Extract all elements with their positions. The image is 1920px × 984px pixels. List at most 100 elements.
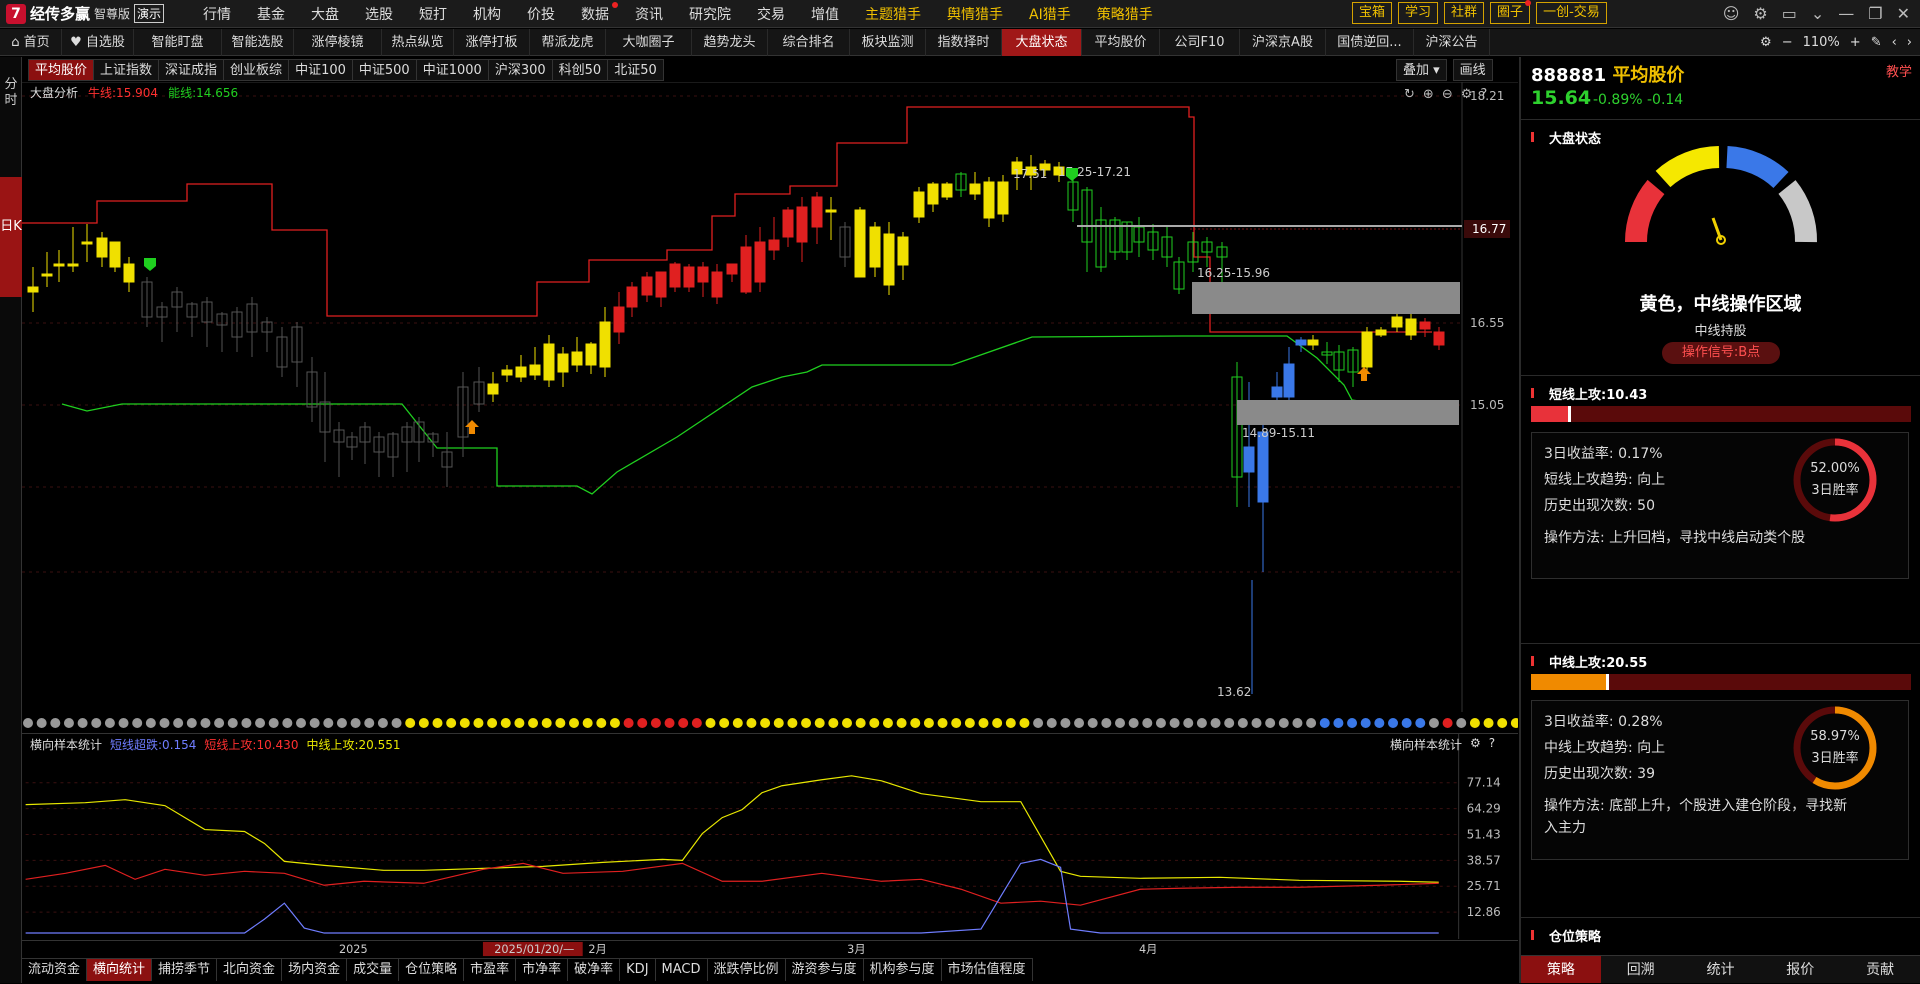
menu-item-6[interactable]: 价投 <box>514 4 568 24</box>
tab-3[interactable]: 智能选股 <box>222 28 294 56</box>
minimize-icon[interactable]: — <box>1838 4 1854 23</box>
indicator-tab-15[interactable]: 市场估值程度 <box>942 959 1033 981</box>
menu-item-8[interactable]: 资讯 <box>622 4 676 24</box>
indicator-tab-8[interactable]: 市净率 <box>516 959 569 981</box>
indicator-tab-12[interactable]: 涨跌停比例 <box>708 959 786 981</box>
help-icon[interactable]: ? <box>1489 736 1495 753</box>
settings-icon[interactable]: ⚙ <box>1461 87 1473 102</box>
menu-item-3[interactable]: 选股 <box>352 4 406 24</box>
chevron-down-icon[interactable]: ⌄ <box>1811 4 1824 23</box>
index-tab-2[interactable]: 深证成指 <box>158 59 225 81</box>
tab-1[interactable]: ♥ 自选股 <box>62 28 134 56</box>
layout-icon[interactable]: ▭ <box>1782 4 1797 23</box>
settings-icon[interactable]: ⚙ <box>1760 35 1772 50</box>
gear-icon[interactable]: ⚙ <box>1753 4 1767 23</box>
tab-15[interactable]: 公司F10 <box>1160 28 1240 56</box>
refresh-icon[interactable]: ↻ <box>1404 87 1415 102</box>
chart-name[interactable]: 大盘分析 <box>30 84 78 101</box>
tab-7[interactable]: 帮派龙虎 <box>530 28 606 56</box>
index-tab-4[interactable]: 中证100 <box>288 59 353 81</box>
tab-0[interactable]: ⌂ 首页 <box>0 28 62 56</box>
top-button-4[interactable]: 一创-交易 <box>1536 2 1607 24</box>
panel-tab-3[interactable]: 报价 <box>1760 956 1840 983</box>
indicator-tab-11[interactable]: MACD <box>656 959 708 981</box>
tab-13[interactable]: 大盘状态 <box>1002 28 1082 56</box>
indicator-tab-9[interactable]: 破净率 <box>568 959 621 981</box>
top-button-2[interactable]: 社群 <box>1444 2 1485 24</box>
main-candle-chart[interactable]: 17.51 17.25-17.2116.25-15.9614.89-15.1113… <box>22 82 1518 712</box>
chevron-left-icon[interactable]: ‹ <box>1892 35 1897 50</box>
menu-item-5[interactable]: 机构 <box>460 4 514 24</box>
daily-k-tab[interactable]: 日K <box>0 177 22 297</box>
help-icon[interactable]: ? <box>1480 87 1487 102</box>
menu-item-15[interactable]: 策略猎手 <box>1084 4 1166 24</box>
sample-stats-chart[interactable]: 77.14 64.29 51.43 38.57 25.71 12.86 <box>22 733 1518 939</box>
indicator-tab-10[interactable]: KDJ <box>620 959 656 981</box>
chevron-right-icon[interactable]: › <box>1907 35 1912 50</box>
indicator-tab-14[interactable]: 机构参与度 <box>864 959 942 981</box>
menu-item-10[interactable]: 交易 <box>744 4 798 24</box>
index-tab-0[interactable]: 平均股价 <box>28 59 95 81</box>
add-icon[interactable]: ⊕ <box>1423 87 1434 102</box>
panel-tab-1[interactable]: 回溯 <box>1601 956 1681 983</box>
menu-item-1[interactable]: 基金 <box>244 4 298 24</box>
tab-11[interactable]: 板块监测 <box>850 28 926 56</box>
signal-badge[interactable]: 操作信号:B点 <box>1662 342 1780 364</box>
zoom-out-icon[interactable]: − <box>1782 35 1793 50</box>
settings-icon[interactable]: ⚙ <box>1470 736 1481 753</box>
indicator-tab-5[interactable]: 成交量 <box>347 959 400 981</box>
tab-2[interactable]: 智能盯盘 <box>134 28 222 56</box>
menu-item-2[interactable]: 大盘 <box>298 4 352 24</box>
tab-16[interactable]: 沪深京A股 <box>1240 28 1326 56</box>
tab-5[interactable]: 热点纵览 <box>382 28 454 56</box>
indicator-tab-3[interactable]: 北向资金 <box>217 959 283 981</box>
tab-10[interactable]: 综合排名 <box>768 28 850 56</box>
tab-8[interactable]: 大咖圈子 <box>606 28 692 56</box>
indicator-tab-6[interactable]: 仓位策略 <box>399 959 465 981</box>
indicator-tab-7[interactable]: 市盈率 <box>464 959 517 981</box>
tab-17[interactable]: 国债逆回... <box>1326 28 1414 56</box>
menu-item-4[interactable]: 短打 <box>406 4 460 24</box>
menu-item-7[interactable]: 数据 <box>568 1 622 24</box>
tab-18[interactable]: 沪深公告 <box>1414 28 1490 56</box>
panel-tab-4[interactable]: 贡献 <box>1840 956 1920 983</box>
user-icon[interactable]: ☺ <box>1723 4 1740 23</box>
index-tab-9[interactable]: 北证50 <box>607 59 664 81</box>
pencil-icon[interactable]: ✎ <box>1871 35 1882 50</box>
chart-tool-0[interactable]: 叠加 ▾ <box>1396 59 1447 81</box>
index-tab-7[interactable]: 沪深300 <box>487 59 553 81</box>
indicator-tab-4[interactable]: 场内资金 <box>282 959 348 981</box>
close-icon[interactable]: ✕ <box>1897 4 1910 23</box>
chart-tool-1[interactable]: 画线 <box>1452 59 1493 81</box>
menu-item-13[interactable]: 舆情猎手 <box>934 4 1016 24</box>
tab-4[interactable]: 涨停棱镜 <box>294 28 382 56</box>
index-tab-6[interactable]: 中证1000 <box>415 59 489 81</box>
menu-item-12[interactable]: 主题猎手 <box>852 4 934 24</box>
indicator-tab-2[interactable]: 捕捞季节 <box>152 959 218 981</box>
top-button-3[interactable]: 圈子 <box>1490 0 1532 24</box>
menu-item-9[interactable]: 研究院 <box>676 4 744 24</box>
tab-12[interactable]: 指数择时 <box>926 28 1002 56</box>
top-button-1[interactable]: 学习 <box>1398 2 1439 24</box>
panel-tab-2[interactable]: 统计 <box>1681 956 1761 983</box>
indicator-tab-1[interactable]: 横向统计 <box>87 959 153 981</box>
menu-item-0[interactable]: 行情 <box>190 4 244 24</box>
indicator-tab-13[interactable]: 游资参与度 <box>786 959 864 981</box>
zoom-in-icon[interactable]: + <box>1850 35 1861 50</box>
timeshare-tab[interactable]: 分时 <box>4 77 18 109</box>
tab-14[interactable]: 平均股价 <box>1082 28 1160 56</box>
panel-tab-0[interactable]: 策略 <box>1521 956 1601 983</box>
tab-9[interactable]: 趋势龙头 <box>692 28 768 56</box>
restore-icon[interactable]: ❐ <box>1868 4 1882 23</box>
menu-item-11[interactable]: 增值 <box>798 4 852 24</box>
index-tab-8[interactable]: 科创50 <box>551 59 609 81</box>
teach-link[interactable]: 教学 <box>1886 61 1912 80</box>
minus-icon[interactable]: ⊖ <box>1442 87 1453 102</box>
index-tab-1[interactable]: 上证指数 <box>93 59 160 81</box>
top-button-0[interactable]: 宝箱 <box>1352 2 1393 24</box>
demo-badge[interactable]: 演示 <box>134 4 165 23</box>
tab-6[interactable]: 涨停打板 <box>454 28 530 56</box>
menu-item-14[interactable]: AI猎手 <box>1016 4 1084 24</box>
index-tab-5[interactable]: 中证500 <box>351 59 417 81</box>
index-tab-3[interactable]: 创业板综 <box>223 59 290 81</box>
